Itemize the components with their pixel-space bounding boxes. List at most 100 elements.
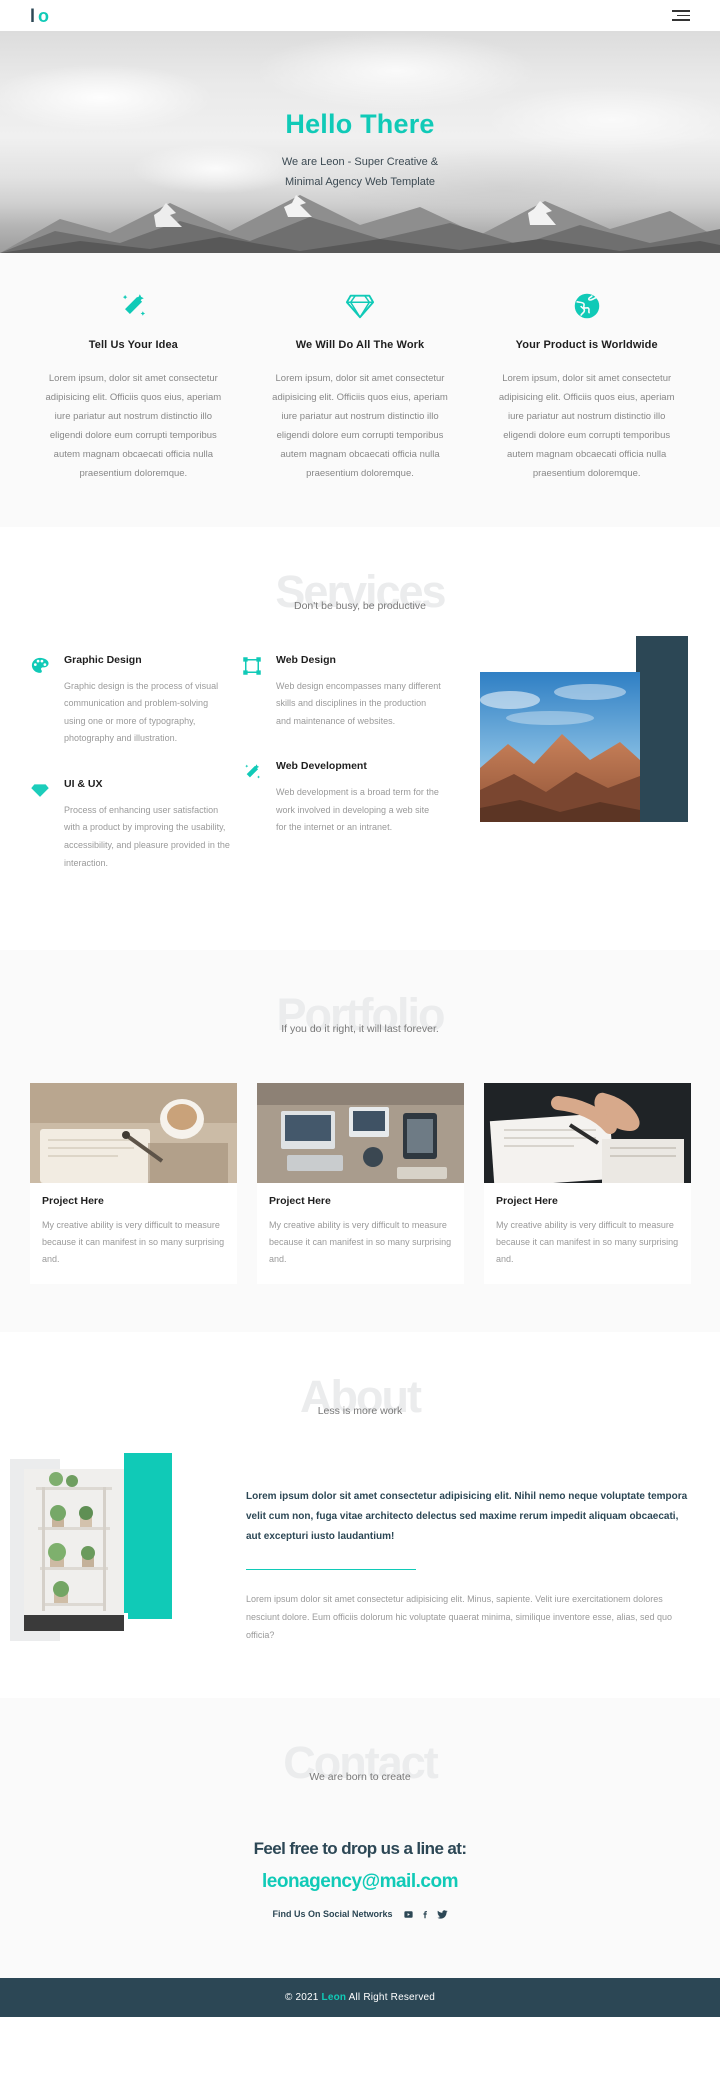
- features-grid: Tell Us Your Idea Lorem ipsum, dolor sit…: [30, 291, 690, 483]
- services-column-middle: Web Design Web design encompasses many d…: [242, 654, 442, 902]
- service-title: Graphic Design: [64, 653, 142, 666]
- about-image-block: [10, 1452, 190, 1641]
- service-item-graphic-design: Graphic Design Graphic design is the pro…: [30, 654, 230, 748]
- footer-brand: Leon: [321, 1991, 347, 2003]
- facebook-icon[interactable]: [421, 1909, 430, 1920]
- feature-card-your-product-is-worldwide: Your Product is Worldwide Lorem ipsum, d…: [483, 291, 690, 483]
- contact-email-link[interactable]: leonagency@mail.com: [30, 1871, 690, 1893]
- service-item-web-design: Web Design Web design encompasses many d…: [242, 654, 442, 731]
- site-header: lo: [0, 0, 720, 31]
- site-footer: © 2021 Leon All Right Reserved: [0, 1977, 720, 2017]
- portfolio-card[interactable]: Project Here My creative ability is very…: [257, 1082, 464, 1285]
- service-item-ui-ux: UI & UX Process of enhancing user satisf…: [30, 778, 230, 872]
- portfolio-card-info: Project Here My creative ability is very…: [257, 1183, 464, 1284]
- desk-devices-photo: [257, 1082, 464, 1183]
- services-body: Graphic Design Graphic design is the pro…: [30, 635, 690, 902]
- logo-bar: l: [30, 5, 37, 26]
- about-body: Lorem ipsum dolor sit amet consectetur a…: [10, 1452, 690, 1644]
- about-accent-foot: [128, 1600, 172, 1619]
- portfolio-tagline: If you do it right, it will last forever…: [281, 1022, 439, 1035]
- writing-notebook-photo: [30, 1082, 237, 1183]
- service-title: UI & UX: [64, 777, 103, 790]
- portfolio-card[interactable]: Project Here My creative ability is very…: [30, 1082, 237, 1285]
- services-image-block: [466, 635, 688, 902]
- service-description: Process of enhancing user satisfaction w…: [64, 804, 230, 868]
- hero-content: Hello There We are Leon - Super Creative…: [0, 109, 720, 193]
- social-label: Find Us On Social Networks: [272, 1909, 393, 1920]
- feature-card-tell-us-your-idea: Tell Us Your Idea Lorem ipsum, dolor sit…: [30, 291, 237, 483]
- hands-sketching-photo: [484, 1082, 691, 1183]
- portfolio-card[interactable]: Project Here My creative ability is very…: [484, 1082, 691, 1285]
- about-divider: [246, 1568, 416, 1570]
- features-section: Tell Us Your Idea Lorem ipsum, dolor sit…: [0, 253, 720, 527]
- about-text-block: Lorem ipsum dolor sit amet consectetur a…: [190, 1459, 690, 1644]
- logo-mark: o: [38, 5, 51, 26]
- feature-text: Lorem ipsum, dolor sit amet consectetur …: [45, 373, 222, 479]
- hamburger-icon[interactable]: [672, 10, 690, 21]
- hero-title: Hello There: [285, 109, 435, 139]
- hero-subtitle: We are Leon - Super Creative & Minimal A…: [245, 152, 475, 193]
- hero-section: Hello There We are Leon - Super Creative…: [0, 31, 720, 253]
- service-description: Web development is a broad term for the …: [276, 787, 439, 833]
- contact-heading-block: Contact We are born to create: [30, 1740, 690, 1785]
- service-text: Web Design Web design encompasses many d…: [276, 654, 442, 731]
- crop-frame-icon: [242, 654, 276, 731]
- portfolio-section: Portfolio If you do it right, it will la…: [0, 950, 720, 1333]
- portfolio-card-info: Project Here My creative ability is very…: [484, 1183, 691, 1284]
- portfolio-card-text: My creative ability is very difficult to…: [269, 1219, 452, 1265]
- hamburger-line-1: [672, 10, 690, 12]
- magic-wand-icon: [38, 291, 229, 321]
- feature-title: We Will Do All The Work: [295, 339, 425, 351]
- services-tagline: Don't be busy, be productive: [294, 599, 426, 612]
- feature-text: Lorem ipsum, dolor sit amet consectetur …: [272, 373, 448, 479]
- social-row: Find Us On Social Networks: [30, 1909, 690, 1920]
- about-paragraph-bold: Lorem ipsum dolor sit amet consectetur a…: [246, 1490, 688, 1542]
- feature-card-we-will-do-all-the-work: We Will Do All The Work Lorem ipsum, dol…: [257, 291, 464, 483]
- palette-icon: [30, 654, 64, 748]
- services-column-left: Graphic Design Graphic design is the pro…: [30, 654, 230, 902]
- portfolio-heading-block: Portfolio If you do it right, it will la…: [30, 992, 690, 1037]
- portfolio-card-title: Project Here: [42, 1194, 104, 1207]
- contact-inner: Feel free to drop us a line at: leonagen…: [30, 1839, 690, 1920]
- feature-text: Lorem ipsum, dolor sit amet consectetur …: [498, 373, 675, 479]
- hamburger-line-3: [672, 19, 690, 21]
- twitter-icon[interactable]: [436, 1909, 448, 1920]
- portfolio-card-title: Project Here: [496, 1194, 558, 1207]
- portfolio-card-text: My creative ability is very difficult to…: [496, 1219, 679, 1265]
- services-photo: [480, 671, 640, 822]
- service-item-web-development: Web Development Web development is a bro…: [242, 760, 442, 837]
- about-tagline: Less is more work: [317, 1404, 403, 1417]
- footer-prefix: © 2021: [284, 1991, 322, 2003]
- contact-tagline: We are born to create: [309, 1770, 411, 1783]
- about-heading-block: About Less is more work: [30, 1374, 690, 1419]
- social-icons: [403, 1909, 448, 1920]
- globe-icon: [491, 291, 682, 321]
- youtube-icon[interactable]: [403, 1909, 414, 1920]
- hamburger-line-2: [677, 14, 690, 17]
- service-title: Web Development: [276, 760, 367, 773]
- portfolio-card-info: Project Here My creative ability is very…: [30, 1183, 237, 1284]
- services-section: Services Don't be busy, be productive Gr…: [0, 527, 720, 951]
- portfolio-cards: Project Here My creative ability is very…: [30, 1082, 691, 1285]
- footer-suffix: All Right Reserved: [346, 1991, 436, 2003]
- portfolio-card-text: My creative ability is very difficult to…: [42, 1219, 225, 1265]
- hero-subtitle-line-2: Minimal Agency Web Template: [285, 176, 435, 189]
- service-text: Graphic Design Graphic design is the pro…: [64, 654, 230, 748]
- about-paragraph-muted: Lorem ipsum dolor sit amet consectetur a…: [246, 1593, 673, 1640]
- about-accent-shape: [124, 1452, 172, 1613]
- magic-wand-icon: [242, 760, 276, 837]
- services-accent-bar: [636, 635, 688, 822]
- contact-label: Feel free to drop us a line at:: [253, 1838, 467, 1858]
- portfolio-card-title: Project Here: [269, 1194, 331, 1207]
- service-description: Graphic design is the process of visual …: [64, 680, 219, 744]
- contact-section: Contact We are born to create Feel free …: [0, 1697, 720, 1978]
- hero-subtitle-line-1: We are Leon - Super Creative &: [281, 156, 439, 168]
- service-description: Web design encompasses many different sk…: [276, 680, 441, 726]
- service-text: Web Development Web development is a bro…: [276, 760, 442, 837]
- feature-title: Tell Us Your Idea: [88, 339, 178, 351]
- about-section: About Less is more work Lorem ipsum dolo…: [0, 1332, 720, 1698]
- service-title: Web Design: [276, 653, 336, 666]
- gem-icon: [265, 291, 456, 321]
- logo[interactable]: lo: [30, 7, 50, 25]
- services-heading-block: Services Don't be busy, be productive: [30, 569, 690, 614]
